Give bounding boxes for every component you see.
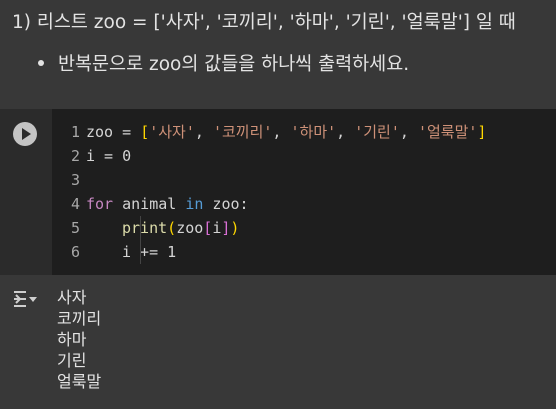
code-token: ) <box>230 219 240 237</box>
code-string: '얼룩말' <box>417 123 478 141</box>
code-cell[interactable]: 1 zoo = ['사자', '코끼리', '하마', '기린', '얼룩말'] … <box>0 109 556 275</box>
code-token: i += 1 <box>122 243 177 261</box>
output-line: 하마 <box>57 330 87 349</box>
line-number: 4 <box>70 195 80 213</box>
output-line: 기린 <box>57 351 87 370</box>
code-string: '하마' <box>290 123 337 141</box>
code-token: ] <box>477 123 487 141</box>
code-line-5: 5 print(zoo[i]) <box>52 216 239 240</box>
output-text: 사자 코끼리 하마 기린 얼룩말 <box>57 287 101 392</box>
code-line-3: 3 <box>52 168 86 192</box>
code-function: print <box>122 219 168 237</box>
play-icon <box>22 128 31 140</box>
code-string: '사자' <box>149 123 195 141</box>
code-token: zoo: <box>203 195 249 213</box>
code-token: , <box>336 123 355 141</box>
code-token: i = 0 <box>86 147 132 165</box>
output-line: 얼룩말 <box>57 372 102 391</box>
line-number: 5 <box>70 219 80 237</box>
line-number: 3 <box>70 171 80 189</box>
indent-guide <box>140 216 141 240</box>
code-string: '기린' <box>354 123 400 141</box>
bullet-text: 반복문으로 zoo의 값들을 하나씩 출력하세요. <box>58 54 410 75</box>
code-token: animal <box>113 195 186 213</box>
line-number: 1 <box>70 123 80 141</box>
code-keyword: in <box>185 195 204 213</box>
code-token: zoo <box>176 219 204 237</box>
code-line-4: 4 for animal in zoo: <box>52 192 249 216</box>
markdown-cell[interactable]: 1) 리스트 zoo = ['사자', '코끼리', '하마', '기린', '… <box>0 0 556 108</box>
code-string: '코끼리' <box>212 123 273 141</box>
code-token: ( <box>167 219 177 237</box>
cell-output: 사자 코끼리 하마 기린 얼룩말 <box>0 276 556 409</box>
bullet-dot-icon <box>38 60 44 66</box>
run-cell-button[interactable] <box>13 122 37 146</box>
output-line: 코끼리 <box>57 309 102 328</box>
code-line-2: 2 i = 0 <box>52 144 131 168</box>
code-token: [ <box>140 123 150 141</box>
code-token: = <box>113 123 141 141</box>
line-number: 2 <box>70 147 80 165</box>
code-token: i <box>212 219 222 237</box>
code-line-6: 6 i += 1 <box>52 240 176 264</box>
problem-heading: 1) 리스트 zoo = ['사자', '코끼리', '하마', '기린', '… <box>12 12 516 33</box>
notebook-page: 1) 리스트 zoo = ['사자', '코끼리', '하마', '기린', '… <box>0 0 556 409</box>
code-token: [ <box>203 219 213 237</box>
cell-gutter <box>0 109 52 275</box>
indent-guide <box>140 240 141 264</box>
problem-bullet: 반복문으로 zoo의 값들을 하나씩 출력하세요. <box>38 52 409 78</box>
code-editor[interactable]: 1 zoo = ['사자', '코끼리', '하마', '기린', '얼룩말'] … <box>52 109 556 275</box>
code-line-1: 1 zoo = ['사자', '코끼리', '하마', '기린', '얼룩말'] <box>52 120 486 144</box>
code-token: , <box>194 123 213 141</box>
code-token: , <box>399 123 418 141</box>
code-token: zoo <box>86 123 114 141</box>
code-keyword: for <box>86 195 114 213</box>
code-token: , <box>272 123 291 141</box>
output-line: 사자 <box>57 288 87 307</box>
output-toggle-icon[interactable] <box>12 288 38 310</box>
line-number: 6 <box>70 243 80 261</box>
